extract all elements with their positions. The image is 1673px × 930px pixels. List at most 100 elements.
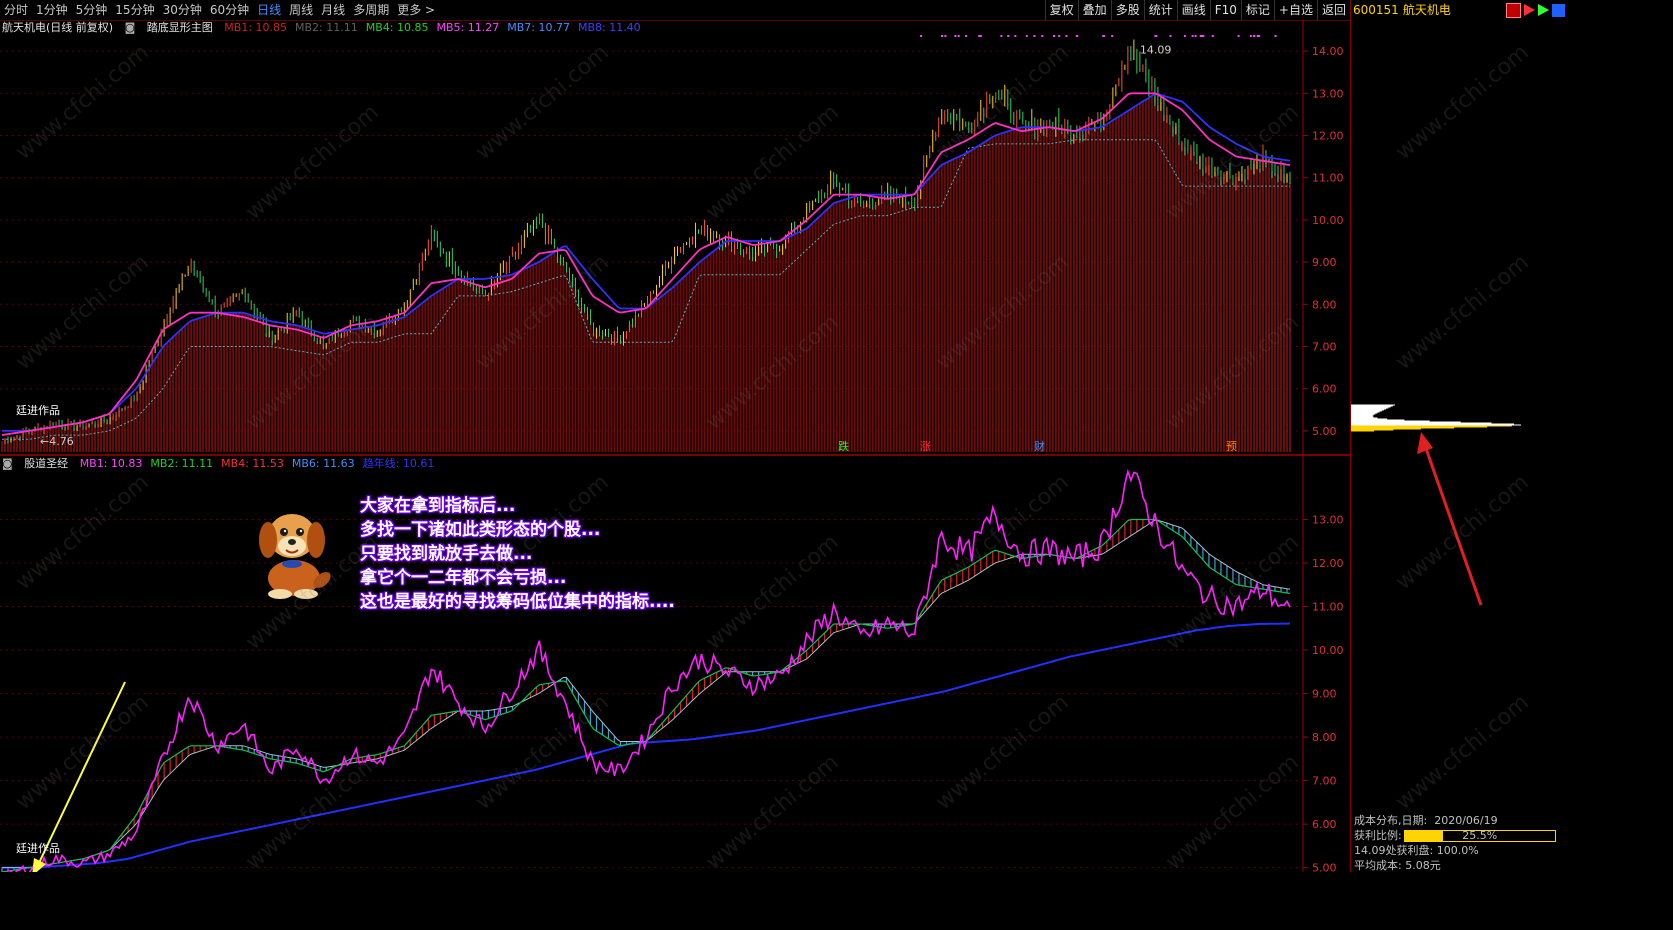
signal-dot	[1058, 35, 1061, 37]
yellow-annotation-arrow	[37, 681, 126, 866]
sub-panel-legend: ◙ 股道圣经 MB1: 10.83 MB2: 11.11 MB4: 11.53 MB6…	[2, 456, 450, 472]
profit-ratio-value: 25.5%	[1462, 829, 1498, 842]
sub-tick-label: 10.00	[1312, 644, 1344, 657]
signal-dot	[920, 35, 923, 37]
sub-ma-1: MB2: 11.11	[150, 457, 214, 470]
period-tab-0[interactable]: 分时	[0, 0, 32, 20]
stock-name: 航天机电	[1402, 3, 1451, 17]
toolbar-action-7[interactable]: +自选	[1273, 0, 1317, 20]
price-profit-label: 14.09处获利盘:	[1354, 844, 1434, 857]
main-ma-0: MB1: 10.85	[224, 21, 288, 34]
ma-pink-line	[1, 92, 1291, 436]
signal-dot	[1076, 35, 1079, 37]
toolbar-action-2[interactable]: 多股	[1110, 0, 1144, 20]
main-ma-2: MB4: 10.85	[365, 21, 429, 34]
sub-tick-label: 12.00	[1312, 557, 1344, 570]
toolbar-action-4[interactable]: 画线	[1176, 0, 1210, 20]
stock-header: 600151 航天机电	[1351, 0, 1569, 20]
event-mark-1: 涨	[920, 440, 931, 453]
main-tick-label: 11.00	[1312, 172, 1344, 185]
signal-dot	[1007, 35, 1010, 37]
main-tick-label: 8.00	[1312, 298, 1337, 311]
signal-dot	[1025, 35, 1028, 37]
low-price-label: ←4.76	[40, 435, 74, 448]
cost-distribution-chart	[1351, 404, 1521, 606]
main-ma-1: MB2: 11.11	[295, 21, 358, 34]
cost-title: 成本分布,日期:	[1354, 814, 1428, 827]
period-tab-8[interactable]: 月线	[317, 0, 349, 20]
signal-dot	[1183, 35, 1186, 37]
main-ma-4: MB7: 10.77	[507, 21, 570, 34]
navigate-arrow-icon[interactable]	[1538, 4, 1549, 16]
promo-note: 大家在拿到指标后... 多找一下诸如此类形态的个股... 只要找到就放手去做... 拿…	[360, 494, 675, 614]
indicator-settings-icon[interactable]: ◙	[125, 21, 136, 34]
signal-dot	[957, 35, 960, 37]
sub-indicator-settings-icon[interactable]: ◙	[2, 457, 13, 470]
signal-dot	[1111, 35, 1114, 37]
main-tick-label: 12.00	[1312, 130, 1344, 143]
signal-dot	[1014, 35, 1017, 37]
stock-code: 600151	[1353, 3, 1399, 17]
period-toolbar: 分时 1分钟 5分钟 15分钟 30分钟 60分钟 日线 周线 月线 多周期 更多 > 复权 叠加 多股统…	[0, 0, 1350, 21]
toolbar-action-5[interactable]: F10	[1209, 0, 1241, 20]
sub-tick-label: 8.00	[1312, 731, 1337, 744]
main-tick-label: 9.00	[1312, 256, 1337, 269]
period-tab-5[interactable]: 60分钟	[206, 0, 253, 20]
main-author-label: 廷进作品	[16, 404, 60, 417]
period-tab-10[interactable]: 更多 >	[393, 0, 439, 20]
sub-tick-label: 6.00	[1312, 818, 1337, 831]
toolbar-action-3[interactable]: 统计	[1143, 0, 1177, 20]
signal-dot	[1041, 35, 1044, 37]
period-tab-6[interactable]: 日线	[253, 0, 285, 20]
main-ma-5: MB8: 11.40	[577, 21, 641, 34]
signal-dot	[979, 35, 982, 37]
main-indicator-name[interactable]: 踏底显形主图	[147, 21, 213, 34]
signal-dot	[1033, 35, 1036, 37]
period-tab-7[interactable]: 周线	[285, 0, 317, 20]
signal-dot	[1155, 35, 1158, 37]
toolbar-action-6[interactable]: 标记	[1240, 0, 1274, 20]
period-tab-9[interactable]: 多周期	[349, 0, 393, 20]
signal-dot	[1169, 35, 1172, 37]
signal-dot	[1000, 35, 1003, 37]
sub-tick-label: 9.00	[1312, 688, 1337, 701]
toolbar-action-8[interactable]: 返回	[1316, 0, 1350, 20]
period-tab-1[interactable]: 1分钟	[32, 0, 72, 20]
signal-dot	[1102, 35, 1105, 37]
period-tab-2[interactable]: 5分钟	[72, 0, 112, 20]
panel-toggle-icon[interactable]	[1552, 3, 1565, 17]
signal-dot	[944, 35, 947, 37]
chip-bars	[1, 95, 1291, 452]
signal-dot	[1211, 35, 1214, 37]
main-tick-label: 6.00	[1312, 383, 1337, 396]
main-tick-label: 5.00	[1312, 425, 1337, 438]
support-line	[2, 139, 1290, 440]
toolbar-action-0[interactable]: 复权	[1044, 0, 1078, 20]
signal-dot	[1274, 35, 1277, 37]
signal-dot	[954, 35, 957, 37]
sub-ma-3: MB6: 11.63	[291, 457, 355, 470]
main-tick-label: 14.00	[1312, 45, 1344, 58]
f10-info-icon[interactable]	[1506, 2, 1521, 18]
price-profit-value: 100.0%	[1436, 844, 1479, 857]
right-info-panel: 600151 航天机电	[1350, 0, 1569, 872]
kline-chart[interactable]: 14.00 13.00 12.00 11.00 10.00 9.00 8.00 7.00 6.0…	[0, 20, 1350, 872]
note-line-0: 大家在拿到指标后...	[360, 496, 516, 516]
period-tab-3[interactable]: 15分钟	[111, 0, 158, 20]
signal-dot	[1202, 35, 1205, 37]
sub-tick-label: 13.00	[1312, 514, 1344, 527]
avg-cost-value: 5.08元	[1405, 859, 1441, 872]
sub-panel-title[interactable]: 股道圣经	[24, 457, 68, 470]
signal-dot	[1237, 35, 1240, 37]
ma-blue-line	[2, 93, 1291, 432]
main-tick-label: 7.00	[1312, 341, 1337, 354]
avg-cost-label: 平均成本:	[1354, 859, 1402, 872]
signal-dot	[965, 35, 968, 37]
event-mark-0: 跌	[838, 439, 849, 453]
cost-date: 2020/06/19	[1434, 814, 1498, 827]
toolbar-action-1[interactable]: 叠加	[1077, 0, 1111, 20]
play-arrow-icon[interactable]	[1524, 4, 1535, 16]
period-tab-4[interactable]: 30分钟	[159, 0, 206, 20]
note-line-4: 这也是最好的寻找筹码低位集中的指标....	[360, 592, 675, 612]
profit-ratio-bar: 25.5%	[1403, 829, 1556, 842]
